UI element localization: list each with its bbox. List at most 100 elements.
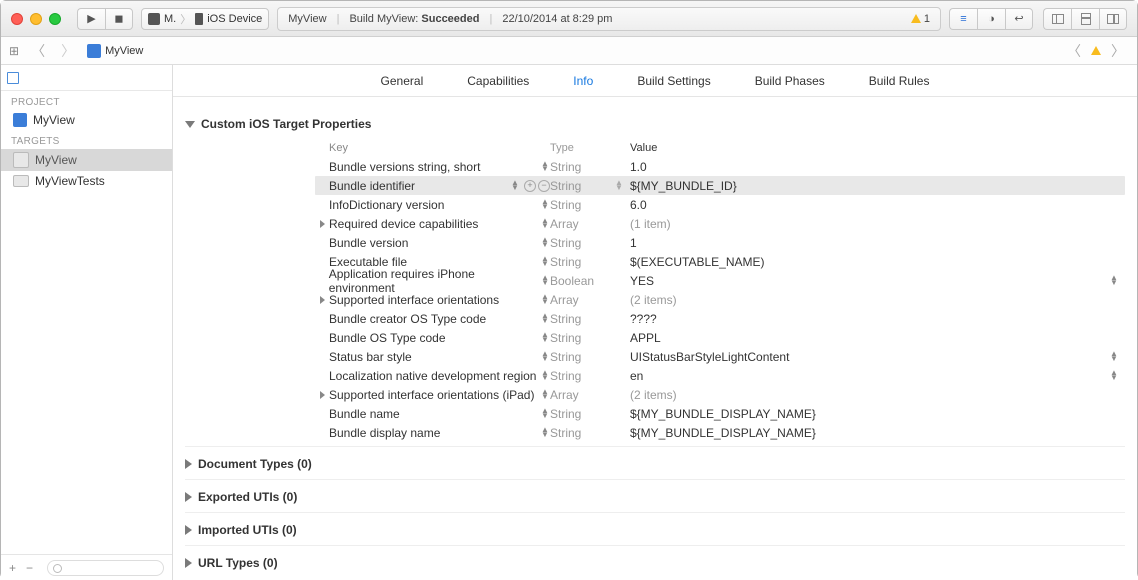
key-stepper[interactable] — [540, 409, 550, 418]
scheme-selector[interactable]: M. 〉 iOS Device — [141, 8, 269, 30]
tab-general[interactable]: General — [379, 68, 426, 94]
key-stepper[interactable] — [540, 390, 550, 399]
value-stepper[interactable] — [1109, 276, 1119, 285]
key-stepper[interactable] — [540, 333, 550, 342]
plist-value[interactable]: UIStatusBarStyleLightContent — [630, 350, 789, 364]
version-editor-button[interactable]: ↩ — [1005, 8, 1033, 30]
back-button[interactable]: 〈 — [27, 41, 49, 61]
plist-value[interactable]: 1.0 — [630, 160, 647, 174]
plist-value[interactable]: (1 item) — [630, 217, 671, 231]
key-stepper[interactable] — [540, 219, 550, 228]
warning-badge[interactable]: 1 — [911, 13, 930, 25]
plist-row[interactable]: Bundle versionString1 — [315, 233, 1125, 252]
plist-row[interactable]: Bundle versions string, shortString1.0 — [315, 157, 1125, 176]
plist-row[interactable]: Bundle identifier+−String${MY_BUNDLE_ID} — [315, 176, 1125, 195]
sidebar-item-label: MyView — [33, 113, 75, 127]
plist-value[interactable]: ${MY_BUNDLE_DISPLAY_NAME} — [630, 407, 816, 421]
toggle-bottom-panel-button[interactable] — [1071, 8, 1099, 30]
key-stepper[interactable] — [540, 200, 550, 209]
tab-build-phases[interactable]: Build Phases — [753, 68, 827, 94]
plist-value[interactable]: $(EXECUTABLE_NAME) — [630, 255, 764, 269]
plist-key: Bundle display name — [329, 426, 440, 440]
value-stepper[interactable] — [1109, 352, 1119, 361]
plist-row[interactable]: Supported interface orientations (iPad)A… — [315, 385, 1125, 404]
plist-row[interactable]: InfoDictionary versionString6.0 — [315, 195, 1125, 214]
close-window-button[interactable] — [11, 13, 23, 25]
plist-row[interactable]: Supported interface orientations Array (2 … — [315, 290, 1125, 309]
disclosure-triangle-icon[interactable] — [320, 220, 325, 228]
plist-value[interactable]: APPL — [630, 331, 661, 345]
plist-row[interactable]: Status bar styleStringUIStatusBarStyleLi… — [315, 347, 1125, 366]
tab-info[interactable]: Info — [571, 68, 595, 94]
stop-button[interactable]: ◼ — [105, 8, 133, 30]
key-stepper[interactable] — [540, 371, 550, 380]
plist-key: Required device capabilities — [329, 217, 478, 231]
minimize-window-button[interactable] — [30, 13, 42, 25]
key-stepper[interactable] — [540, 238, 550, 247]
section-exported-utis[interactable]: Exported UTIs (0) — [185, 479, 1125, 512]
plist-row[interactable]: Required device capabilitiesArray(1 item… — [315, 214, 1125, 233]
key-stepper[interactable] — [540, 162, 550, 171]
remove-target-button[interactable]: − — [26, 561, 33, 575]
plist-key: Bundle version — [329, 236, 408, 250]
breadcrumb[interactable]: MyView — [87, 44, 143, 58]
outline-view-icon[interactable] — [7, 72, 19, 84]
plist-value[interactable]: ${MY_BUNDLE_ID} — [630, 179, 737, 193]
key-stepper[interactable] — [540, 314, 550, 323]
plist-row[interactable]: Bundle nameString${MY_BUNDLE_DISPLAY_NAM… — [315, 404, 1125, 423]
add-remove-buttons[interactable]: +− — [524, 180, 550, 192]
plist-value[interactable]: ${MY_BUNDLE_DISPLAY_NAME} — [630, 426, 816, 440]
section-title: Imported UTIs (0) — [198, 523, 297, 537]
section-imported-utis[interactable]: Imported UTIs (0) — [185, 512, 1125, 545]
key-stepper[interactable] — [540, 295, 550, 304]
key-stepper[interactable] — [510, 181, 520, 190]
plist-row[interactable]: Application requires iPhone environmentB… — [315, 271, 1125, 290]
plist-value[interactable]: 1 — [630, 236, 637, 250]
key-stepper[interactable] — [540, 276, 550, 285]
key-stepper[interactable] — [540, 257, 550, 266]
plist-value[interactable]: 6.0 — [630, 198, 647, 212]
prev-issue-button[interactable]: 〈 — [1063, 41, 1085, 61]
key-stepper[interactable] — [540, 352, 550, 361]
add-target-button[interactable]: + — [9, 561, 16, 575]
disclosure-triangle-icon[interactable] — [320, 296, 325, 304]
value-stepper[interactable] — [1109, 371, 1119, 380]
toggle-right-panel-button[interactable] — [1099, 8, 1127, 30]
plist-key: Supported interface orientations — [329, 293, 499, 307]
type-stepper[interactable] — [614, 181, 624, 190]
related-items-icon[interactable]: ⊞ — [9, 44, 19, 58]
section-document-types[interactable]: Document Types (0) — [185, 446, 1125, 479]
forward-button[interactable]: 〉 — [57, 41, 79, 61]
plist-row[interactable]: Bundle display nameString${MY_BUNDLE_DIS… — [315, 423, 1125, 442]
build-result: Succeeded — [421, 13, 479, 25]
plist-row[interactable]: Localization native development regionSt… — [315, 366, 1125, 385]
status-target: MyView — [288, 13, 326, 25]
sidebar-item-project[interactable]: MyView — [1, 110, 172, 130]
plist-value[interactable]: YES — [630, 274, 654, 288]
sidebar-item-target[interactable]: MyViewTests — [1, 171, 172, 191]
tab-build-settings[interactable]: Build Settings — [635, 68, 712, 94]
info-panel: Custom iOS Target Properties Key Type Va… — [173, 97, 1137, 580]
plist-value[interactable]: (2 items) — [630, 388, 677, 402]
filter-field[interactable] — [47, 560, 164, 576]
section-header[interactable]: Custom iOS Target Properties — [185, 107, 1125, 139]
run-button[interactable]: ▶ — [77, 8, 105, 30]
key-stepper[interactable] — [540, 428, 550, 437]
standard-editor-button[interactable]: ≡ — [949, 8, 977, 30]
plist-type: Array — [550, 293, 579, 307]
plist-value[interactable]: (2 items) — [630, 293, 677, 307]
toggle-left-panel-button[interactable] — [1043, 8, 1071, 30]
section-url-types[interactable]: URL Types (0) — [185, 545, 1125, 578]
tab-build-rules[interactable]: Build Rules — [867, 68, 932, 94]
plist-type: String — [550, 160, 581, 174]
plist-row[interactable]: Bundle creator OS Type codeString???? — [315, 309, 1125, 328]
tab-capabilities[interactable]: Capabilities — [465, 68, 531, 94]
sidebar-item-target[interactable]: MyView — [1, 149, 172, 171]
plist-value[interactable]: en — [630, 369, 643, 383]
next-issue-button[interactable]: 〉 — [1107, 41, 1129, 61]
assistant-editor-button[interactable]: ◑ — [977, 8, 1005, 30]
disclosure-triangle-icon[interactable] — [320, 391, 325, 399]
plist-row[interactable]: Bundle OS Type codeStringAPPL — [315, 328, 1125, 347]
zoom-window-button[interactable] — [49, 13, 61, 25]
plist-value[interactable]: ???? — [630, 312, 657, 326]
